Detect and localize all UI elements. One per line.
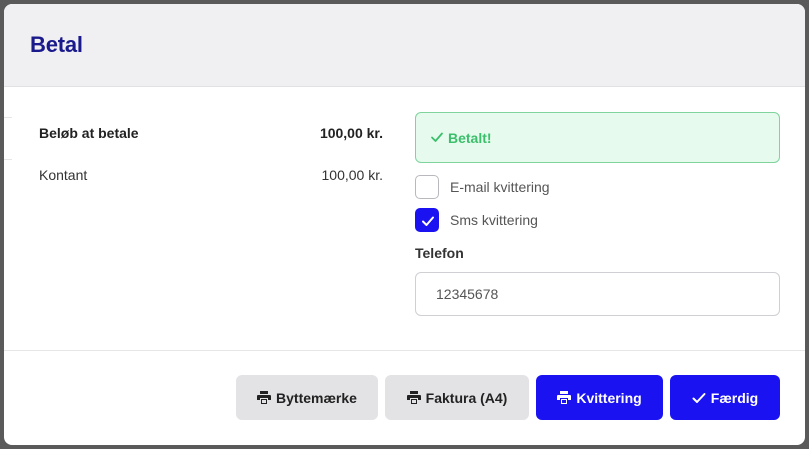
- checkmark-icon: [422, 216, 434, 226]
- print-exchange-label-button[interactable]: Byttemærke: [236, 375, 378, 420]
- sms-receipt-option[interactable]: Sms kvittering: [415, 208, 715, 232]
- print-receipt-button[interactable]: Kvittering: [536, 375, 663, 420]
- print-invoice-text: Faktura (A4): [425, 389, 508, 406]
- footer-divider: [4, 350, 805, 351]
- sms-receipt-checkbox[interactable]: [415, 208, 439, 232]
- print-exchange-label-text: Byttemærke: [276, 389, 357, 406]
- phone-label: Telefon: [415, 245, 464, 261]
- amount-due-row: Beløb at betale 100,00 kr.: [39, 125, 383, 145]
- divider: [4, 159, 12, 160]
- sms-receipt-label[interactable]: Sms kvittering: [450, 212, 538, 228]
- phone-input[interactable]: [415, 272, 780, 316]
- payment-method-row: Kontant 100,00 kr.: [39, 167, 383, 187]
- payment-dialog: Betal Beløb at betale 100,00 kr. Kontant…: [4, 4, 805, 445]
- print-invoice-button[interactable]: Faktura (A4): [385, 375, 529, 420]
- check-icon: [430, 130, 444, 144]
- dialog-header: Betal: [4, 4, 805, 87]
- paid-status-banner: Betalt!: [415, 112, 780, 163]
- payment-method-label: Kontant: [39, 167, 88, 183]
- paid-status-text: Betalt!: [448, 130, 492, 146]
- done-button[interactable]: Færdig: [670, 375, 780, 420]
- payment-method-value: 100,00 kr.: [321, 167, 384, 183]
- printer-icon: [257, 391, 272, 404]
- done-text: Færdig: [710, 389, 759, 406]
- amount-due-value: 100,00 kr.: [319, 125, 383, 141]
- amount-due-label: Beløb at betale: [39, 125, 139, 141]
- divider: [4, 117, 12, 118]
- dialog-title: Betal: [30, 32, 83, 57]
- email-receipt-option[interactable]: E-mail kvittering: [415, 175, 715, 199]
- printer-icon: [406, 391, 421, 404]
- print-receipt-text: Kvittering: [576, 389, 642, 406]
- email-receipt-checkbox[interactable]: [415, 175, 439, 199]
- printer-icon: [557, 391, 572, 404]
- email-receipt-label[interactable]: E-mail kvittering: [450, 179, 550, 195]
- check-icon: [692, 392, 706, 404]
